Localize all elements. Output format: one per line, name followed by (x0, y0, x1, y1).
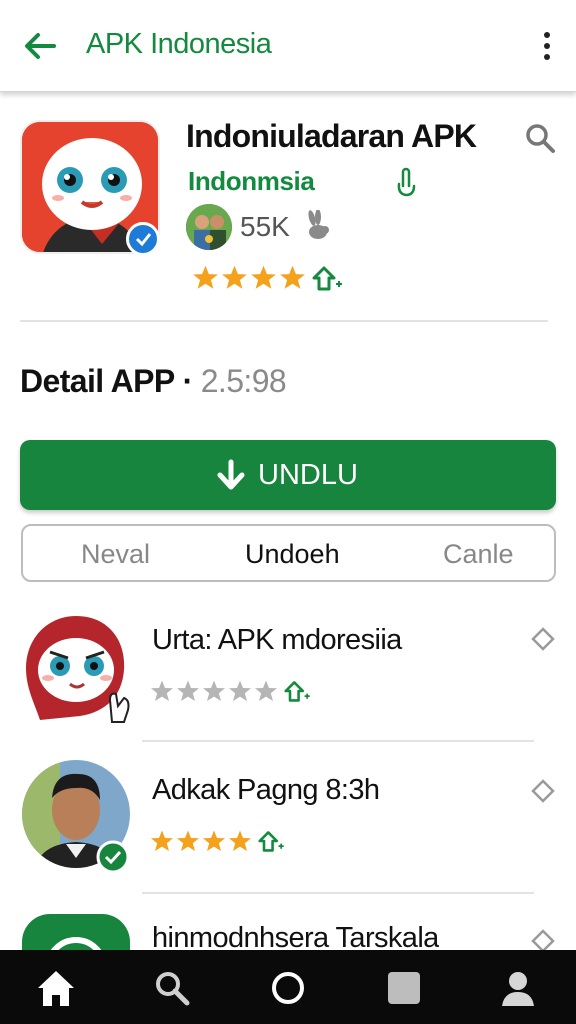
star-icon (177, 830, 199, 851)
segment-option-selected[interactable]: Undoeh (245, 539, 340, 570)
back-arrow-icon[interactable] (18, 24, 62, 68)
app-name: Indoniuladaran APK (186, 118, 477, 154)
diamond-icon[interactable] (530, 778, 556, 804)
touch-hand-icon (397, 167, 416, 197)
list-divider (142, 740, 534, 742)
star-icon (203, 830, 225, 851)
star-icon (251, 265, 276, 289)
home-plus-icon (312, 266, 342, 291)
list-item-icon[interactable] (20, 912, 132, 950)
verified-badge-icon (126, 222, 160, 256)
star-icon (203, 680, 225, 701)
segment-option[interactable]: Neval (81, 539, 150, 570)
segmented-control: Neval Undoeh Canle (21, 524, 556, 582)
more-options-icon[interactable] (528, 26, 564, 66)
top-app-bar: APK Indonesia (0, 0, 576, 92)
developer-name[interactable]: Indonmsia (188, 166, 315, 197)
home-plus-icon (258, 831, 284, 852)
list-item-rating (150, 829, 284, 853)
page-title: APK Indonesia (86, 28, 272, 60)
download-button[interactable]: UNDLU (20, 440, 556, 510)
search-nav-icon[interactable] (150, 966, 194, 1010)
verified-check-icon (96, 840, 130, 874)
home-plus-icon (284, 681, 310, 702)
download-button-label: UNDLU (258, 459, 358, 491)
star-icon (255, 680, 277, 701)
home-icon[interactable] (34, 966, 78, 1010)
list-item-title[interactable]: Urta: APK mdoresiia (152, 624, 402, 657)
star-icon (151, 830, 173, 851)
list-item-title[interactable]: Adkak Pagng 8:3h (152, 774, 380, 807)
list-item-rating (150, 679, 310, 703)
star-icon (229, 680, 251, 701)
section-divider (20, 320, 548, 322)
star-icon (229, 830, 251, 851)
detail-heading: Detail APP · 2.5:98 (20, 363, 287, 400)
app-version: 2.5:98 (200, 363, 287, 399)
rabbit-icon (308, 210, 329, 239)
diamond-icon[interactable] (530, 626, 556, 652)
list-item-icon[interactable] (20, 612, 132, 724)
segment-option[interactable]: Canle (443, 539, 514, 570)
detail-separator: · (182, 363, 194, 399)
star-icon (151, 680, 173, 701)
list-item-title[interactable]: hinmodnhsera Tarskala (152, 922, 439, 950)
app-rating (192, 264, 342, 292)
star-icon (222, 265, 247, 289)
circle-nav-icon[interactable] (266, 966, 310, 1010)
bottom-navigation (0, 950, 576, 1024)
download-count: 55K (240, 211, 290, 242)
star-icon (177, 680, 199, 701)
diamond-icon[interactable] (530, 928, 556, 950)
search-icon[interactable] (522, 120, 558, 156)
detail-label: Detail APP (20, 363, 175, 399)
star-icon (280, 265, 305, 289)
download-arrow-icon (217, 459, 245, 490)
list-divider (142, 892, 534, 894)
star-icon (193, 265, 218, 289)
profile-icon[interactable] (496, 966, 540, 1010)
square-nav-icon[interactable] (382, 966, 426, 1010)
developer-avatar (186, 204, 232, 250)
